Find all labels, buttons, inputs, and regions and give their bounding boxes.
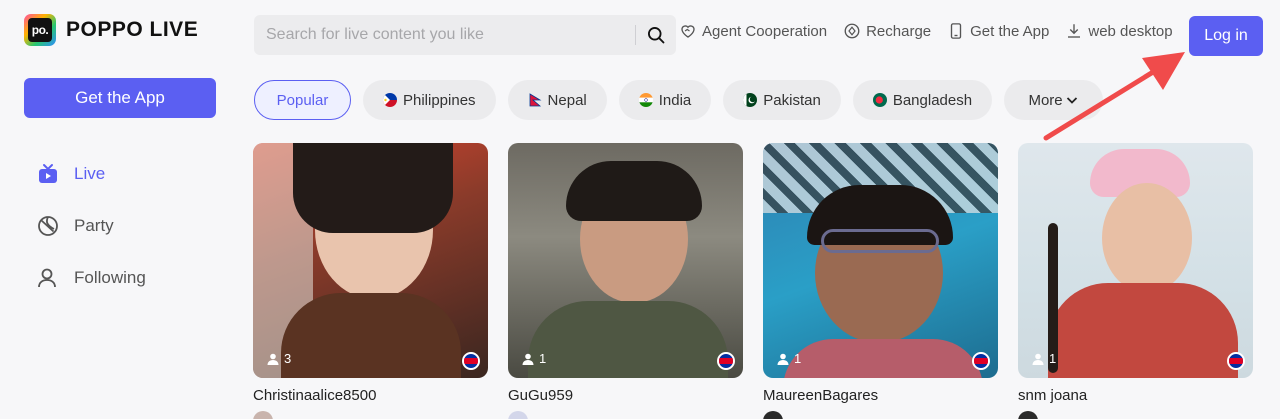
live-thumbnail: 1	[1018, 143, 1253, 378]
live-card[interactable]: 1 snm joana	[1018, 143, 1253, 419]
filter-chip-label: Bangladesh	[892, 91, 973, 109]
viewer-count: 1	[777, 351, 801, 366]
phone-icon	[950, 23, 962, 39]
live-card[interactable]: 3 Christinaalice8500	[253, 143, 488, 419]
cambodia-flag-icon	[972, 352, 990, 370]
india-flag-icon	[638, 93, 653, 107]
avatar	[508, 411, 528, 419]
recharge-label: Recharge	[866, 22, 932, 40]
logo-mark: po.	[24, 14, 56, 46]
logo-mark-text: po.	[28, 18, 52, 42]
filter-chip-philippines[interactable]: Philippines	[363, 80, 496, 120]
agent-cooperation-label: Agent Cooperation	[702, 22, 828, 40]
viewer-count: 1	[522, 351, 546, 366]
person-icon	[1032, 353, 1044, 365]
avatar	[763, 411, 783, 419]
sidebar-item-following[interactable]: Following	[36, 252, 146, 304]
cambodia-flag-icon	[717, 352, 735, 370]
chevron-down-icon	[1066, 97, 1077, 104]
filter-chip-label: Nepal	[547, 91, 587, 109]
sidebar-item-label: Following	[74, 268, 146, 287]
viewer-count-value: 1	[1049, 351, 1057, 366]
live-thumbnail: 1	[508, 143, 743, 378]
live-thumbnail: 3	[253, 143, 488, 378]
search-input[interactable]	[254, 15, 635, 55]
viewer-count-value: 1	[539, 351, 547, 366]
streamer-name: snm joana	[1018, 387, 1088, 404]
login-button[interactable]: Log in	[1189, 16, 1263, 56]
download-icon	[1068, 24, 1081, 38]
sidebar-item-label: Party	[74, 216, 114, 235]
pakistan-flag-icon	[743, 93, 758, 107]
filter-chip-india[interactable]: India	[618, 80, 712, 120]
filter-chip-nepal[interactable]: Nepal	[507, 80, 607, 120]
filter-chip-bangladesh[interactable]: Bangladesh	[852, 80, 993, 120]
search-bar	[254, 15, 676, 55]
get-the-app-link[interactable]: Get the App	[947, 22, 1049, 40]
filter-chip-popular[interactable]: Popular	[254, 80, 351, 120]
viewer-count-value: 1	[794, 351, 802, 366]
coin-icon	[844, 23, 860, 39]
live-grid: 3 Christinaalice8500 1 GuGu959 1 Maureen…	[253, 143, 1253, 419]
filter-chip-label: India	[658, 91, 692, 109]
search-icon	[648, 27, 665, 44]
logo-text: POPPO LIVE	[66, 18, 199, 41]
filter-chip-label: Philippines	[403, 91, 476, 109]
person-icon	[522, 353, 534, 365]
heart-handshake-icon	[681, 25, 695, 38]
viewer-count: 3	[267, 351, 291, 366]
avatar	[1018, 411, 1038, 419]
cambodia-flag-icon	[462, 352, 480, 370]
filter-chip-label: Popular	[276, 91, 329, 109]
sidebar: po. POPPO LIVE Get the App Live Party Fo…	[0, 0, 232, 419]
recharge-link[interactable]: Recharge	[843, 22, 931, 40]
tv-icon	[39, 164, 57, 183]
live-card[interactable]: 1 MaureenBagares	[763, 143, 998, 419]
person-icon	[267, 353, 279, 365]
philippines-flag-icon	[383, 93, 397, 107]
streamer-name: Christinaalice8500	[253, 387, 377, 404]
filter-more-dropdown[interactable]: More	[1004, 80, 1104, 120]
viewer-count: 1	[1032, 351, 1056, 366]
person-icon	[777, 353, 789, 365]
bangladesh-flag-icon	[872, 93, 887, 107]
sidebar-item-label: Live	[74, 164, 106, 183]
live-card[interactable]: 1 GuGu959	[508, 143, 743, 419]
streamer-name: GuGu959	[508, 387, 574, 404]
cambodia-flag-icon	[1227, 352, 1245, 370]
streamer-photo	[1102, 183, 1192, 293]
user-icon	[38, 268, 56, 288]
search-button[interactable]	[636, 15, 676, 55]
live-thumbnail: 1	[763, 143, 998, 378]
sidebar-nav: Live Party Following	[36, 148, 146, 304]
web-desktop-label: web desktop	[1088, 22, 1173, 40]
get-the-app-label: Get the App	[970, 22, 1050, 40]
logo[interactable]: po. POPPO LIVE	[24, 14, 198, 46]
filter-chip-label: Pakistan	[763, 91, 821, 109]
country-filters: Popular Philippines Nepal India Pakistan…	[254, 80, 1104, 120]
viewer-count-value: 3	[284, 351, 292, 366]
sidebar-item-live[interactable]: Live	[36, 148, 146, 200]
party-icon	[38, 216, 58, 236]
filter-chip-label: More	[1028, 91, 1063, 109]
top-links: Agent Cooperation Recharge Get the App w…	[679, 22, 1173, 40]
page: po. POPPO LIVE Get the App Live Party Fo…	[0, 0, 1280, 419]
filter-chip-pakistan[interactable]: Pakistan	[723, 80, 841, 120]
streamer-name: MaureenBagares	[763, 387, 879, 404]
sidebar-item-party[interactable]: Party	[36, 200, 146, 252]
get-app-button[interactable]: Get the App	[24, 78, 216, 118]
avatar	[253, 411, 273, 419]
nepal-flag-icon	[529, 93, 541, 107]
web-desktop-link[interactable]: web desktop	[1065, 22, 1173, 40]
agent-cooperation-link[interactable]: Agent Cooperation	[679, 22, 827, 40]
